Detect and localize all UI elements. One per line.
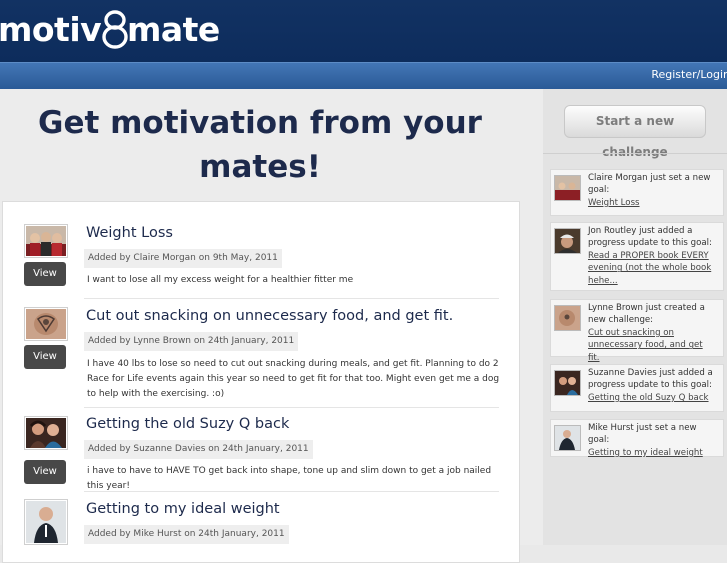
activity-avatar[interactable] — [554, 425, 581, 451]
activity-avatar[interactable] — [554, 370, 581, 396]
activity-message: Suzanne Davies just added a progress upd… — [588, 368, 713, 391]
activity-item: Jon Routley just added a progress update… — [550, 222, 724, 291]
divider — [84, 298, 499, 299]
activity-text: Suzanne Davies just added a progress upd… — [588, 367, 713, 404]
challenge-avatar[interactable] — [24, 307, 68, 341]
man-photo-icon — [555, 426, 580, 450]
view-button[interactable]: View — [24, 460, 66, 484]
divider — [84, 407, 499, 408]
activity-avatar[interactable] — [554, 228, 581, 254]
challenge-title[interactable]: Cut out snacking on unnecessary food, an… — [86, 308, 453, 324]
activity-message: Mike Hurst just set a new goal: — [588, 423, 697, 446]
activity-item: Mike Hurst just set a new goal: Getting … — [550, 419, 724, 459]
challenge-avatar[interactable] — [24, 416, 68, 450]
tattoo-photo-icon — [555, 306, 580, 330]
challenge-added-by: Added by Lynne Brown on 24th January, 20… — [84, 332, 299, 351]
challenge-description: I want to lose all my excess weight for … — [87, 275, 354, 285]
activity-link[interactable]: Read a PROPER book EVERY evening (not th… — [588, 251, 711, 286]
site-header: motiv mate — [0, 0, 727, 62]
register-login-link[interactable]: Register/Login — [651, 68, 727, 81]
activity-link[interactable]: Getting the old Suzy Q back — [588, 393, 709, 403]
challenge-title[interactable]: Getting to my ideal weight — [86, 501, 280, 517]
challenge-title[interactable]: Getting the old Suzy Q back — [86, 416, 289, 432]
logo-eight-icon — [102, 10, 128, 49]
challenge-list: View Weight Loss Added by Claire Morgan … — [2, 201, 520, 563]
group-photo-icon — [555, 176, 580, 200]
cap-photo-icon — [555, 229, 580, 253]
party-photo-icon — [555, 371, 580, 395]
challenge-added-by: Added by Suzanne Davies on 24th January,… — [84, 440, 313, 459]
activity-message: Claire Morgan just set a new goal: — [588, 173, 711, 196]
logo-text-mate: mate — [127, 10, 220, 49]
activity-text: Mike Hurst just set a new goal: Getting … — [588, 422, 713, 459]
activity-message: Lynne Brown just created a new challenge… — [588, 303, 705, 326]
activity-item: Suzanne Davies just added a progress upd… — [550, 364, 724, 412]
activity-text: Jon Routley just added a progress update… — [588, 225, 713, 287]
challenge-added-by: Added by Claire Morgan on 9th May, 2011 — [84, 249, 282, 268]
activity-link[interactable]: Cut out snacking on unnecessary food, an… — [588, 328, 703, 363]
challenge-title[interactable]: Weight Loss — [86, 225, 173, 241]
activity-text: Claire Morgan just set a new goal: Weigh… — [588, 172, 713, 209]
activity-sidebar: Start a new challenge Claire Morgan just… — [543, 89, 727, 545]
activity-link[interactable]: Getting to my ideal weight — [588, 448, 703, 458]
activity-item: Claire Morgan just set a new goal: Weigh… — [550, 169, 724, 216]
activity-avatar[interactable] — [554, 175, 581, 201]
activity-link[interactable]: Weight Loss — [588, 198, 640, 208]
divider — [84, 491, 499, 492]
activity-message: Jon Routley just added a progress update… — [588, 226, 712, 249]
man-photo-icon — [26, 501, 66, 543]
main-content: Get motivation from your mates! View Wei… — [0, 89, 543, 563]
activity-avatar[interactable] — [554, 305, 581, 331]
challenge-description: I have 40 lbs to lose so need to cut out… — [87, 359, 500, 399]
challenge-description: i have to have to HAVE TO get back into … — [87, 466, 492, 491]
tattoo-photo-icon — [26, 309, 66, 339]
view-button[interactable]: View — [24, 262, 66, 286]
activity-item: Lynne Brown just created a new challenge… — [550, 299, 724, 363]
activity-text: Lynne Brown just created a new challenge… — [588, 302, 713, 364]
page-headline: Get motivation from your mates! — [38, 105, 482, 185]
sidebar-divider — [543, 153, 727, 154]
nav-bar: Register/Login — [0, 62, 727, 89]
challenge-avatar[interactable] — [24, 224, 68, 258]
challenge-avatar[interactable] — [24, 499, 68, 545]
logo-text-motiv: motiv — [0, 10, 102, 49]
challenge-added-by: Added by Mike Hurst on 24th January, 201… — [84, 525, 289, 544]
start-challenge-button[interactable]: Start a new challenge — [564, 105, 706, 159]
view-button[interactable]: View — [24, 345, 66, 369]
party-photo-icon — [26, 418, 66, 448]
group-photo-icon — [26, 226, 66, 256]
